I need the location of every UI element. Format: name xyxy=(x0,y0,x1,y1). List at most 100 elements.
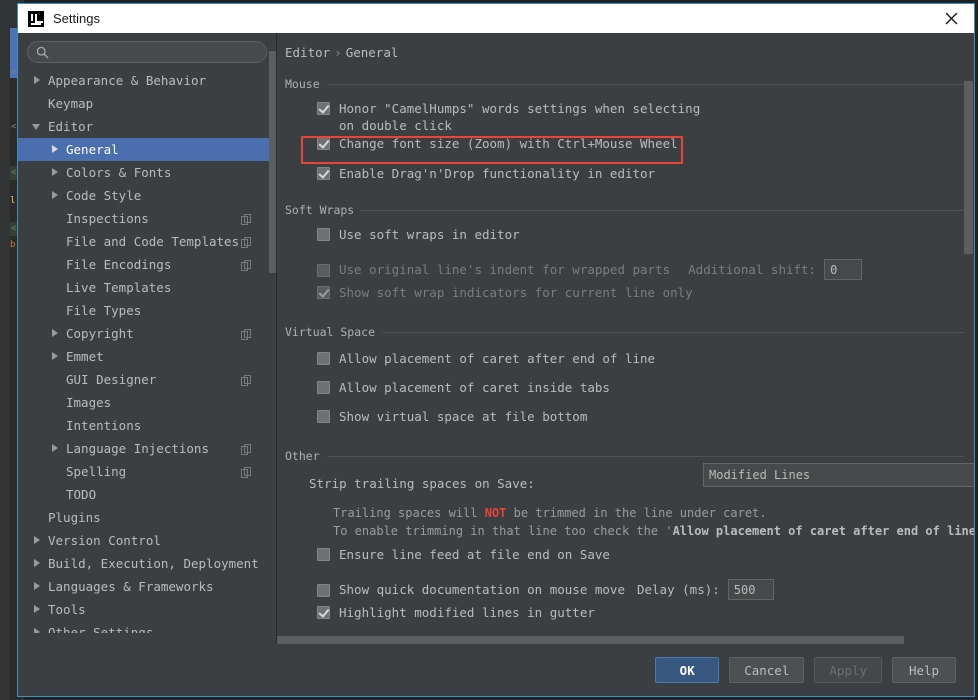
chevron-right-icon[interactable] xyxy=(32,75,43,86)
help-button[interactable]: Help xyxy=(892,657,956,683)
settings-tree[interactable]: Appearance & BehaviorKeymap Editor General… xyxy=(18,69,276,633)
section-soft-wraps: Soft Wraps Use soft wraps in editor Use … xyxy=(277,203,974,310)
sidebar-item-gui-designer[interactable]: GUI Designer xyxy=(18,368,276,391)
copy-settings-icon xyxy=(241,466,252,477)
checkbox-show-soft-wrap-indicators[interactable] xyxy=(317,286,330,299)
delay-input[interactable] xyxy=(728,579,774,600)
intellij-idea-logo-icon xyxy=(28,11,44,27)
sidebar-item-plugins[interactable]: Plugins xyxy=(18,506,276,529)
checkbox-label: Use original line's indent for wrapped p… xyxy=(339,261,670,278)
sidebar-scrollbar-thumb[interactable] xyxy=(269,51,276,273)
sidebar-item-todo[interactable]: TODO xyxy=(18,483,276,506)
checkbox-highlight-modified-lines[interactable] xyxy=(317,606,330,619)
checkbox-enable-dragndrop[interactable] xyxy=(317,167,330,180)
breadcrumb: Editor›General xyxy=(277,33,974,60)
search-input[interactable] xyxy=(54,46,258,59)
checkbox-use-original-indent[interactable] xyxy=(317,264,330,277)
chevron-down-icon[interactable] xyxy=(32,121,43,132)
checkbox-honor-camelhumps[interactable] xyxy=(317,102,330,115)
checkbox-row[interactable]: Use soft wraps in editor xyxy=(317,226,964,255)
checkbox-row[interactable]: Allow placement of caret inside tabs xyxy=(317,379,964,408)
checkbox-label: Ensure line feed at file end on Save xyxy=(339,546,610,563)
sidebar-item-appearance-behavior[interactable]: Appearance & Behavior xyxy=(18,69,276,92)
chevron-right-icon[interactable] xyxy=(50,351,61,362)
section-header: Other xyxy=(285,449,964,463)
copy-settings-icon xyxy=(241,328,252,339)
sidebar-item-label: Editor xyxy=(48,119,93,134)
sidebar-item-label: Inspections xyxy=(66,211,149,226)
content-scrollbar-thumb[interactable] xyxy=(964,81,973,254)
sidebar-item-tools[interactable]: Tools xyxy=(18,598,276,621)
sidebar-item-images[interactable]: Images xyxy=(18,391,276,414)
sidebar-item-file-types[interactable]: File Types xyxy=(18,299,276,322)
sidebar-item-language-injections[interactable]: Language Injections xyxy=(18,437,276,460)
breadcrumb-root[interactable]: Editor xyxy=(285,45,330,60)
checkbox-row[interactable]: Show virtual space at file bottom xyxy=(317,408,964,434)
cancel-button[interactable]: Cancel xyxy=(729,657,804,683)
sidebar-item-inspections[interactable]: Inspections xyxy=(18,207,276,230)
checkbox-ensure-line-feed[interactable] xyxy=(317,548,330,561)
checkbox-row[interactable]: Ensure line feed at file end on Save xyxy=(317,546,964,575)
checkbox-caret-after-end-of-line[interactable] xyxy=(317,352,330,365)
checkbox-row[interactable]: Show quick documentation on mouse move D… xyxy=(317,575,964,604)
checkbox-virtual-space-file-bottom[interactable] xyxy=(317,410,330,423)
checkbox-row[interactable]: Use original line's indent for wrapped p… xyxy=(317,255,964,284)
sidebar-item-intentions[interactable]: Intentions xyxy=(18,414,276,437)
sidebar-item-label: Tools xyxy=(48,602,86,617)
checkbox-row[interactable]: Change font size (Zoom) with Ctrl+Mouse … xyxy=(317,135,964,165)
sidebar-item-code-style[interactable]: Code Style xyxy=(18,184,276,207)
checkbox-row[interactable]: Enable Drag'n'Drop functionality in edit… xyxy=(317,165,964,191)
sidebar-item-build-execution-deployment[interactable]: Build, Execution, Deployment xyxy=(18,552,276,575)
chevron-right-icon[interactable] xyxy=(50,443,61,454)
checkbox-row[interactable]: Honor "CamelHumps" words settings when s… xyxy=(317,100,964,135)
checkbox-row[interactable]: Allow placement of caret after end of li… xyxy=(317,350,964,379)
sidebar-item-version-control[interactable]: Version Control xyxy=(18,529,276,552)
sidebar-item-emmet[interactable]: Emmet xyxy=(18,345,276,368)
checkbox-label: Show quick documentation on mouse move xyxy=(339,581,625,598)
checkbox-row[interactable]: Highlight modified lines in gutter xyxy=(317,604,964,630)
sidebar-item-colors-fonts[interactable]: Colors & Fonts xyxy=(18,161,276,184)
sidebar-item-general[interactable]: General xyxy=(18,138,276,161)
section-header: Mouse xyxy=(285,77,964,91)
additional-shift-input[interactable] xyxy=(824,259,862,280)
checkbox-use-soft-wraps[interactable] xyxy=(317,228,330,241)
chevron-right-icon[interactable] xyxy=(50,144,61,155)
chevron-right-icon[interactable] xyxy=(32,535,43,546)
dialog-title: Settings xyxy=(53,11,100,26)
sidebar-item-editor[interactable]: Editor xyxy=(18,115,276,138)
dialog-titlebar: Settings xyxy=(18,4,974,33)
search-icon xyxy=(36,46,49,59)
sidebar-item-file-encodings[interactable]: File Encodings xyxy=(18,253,276,276)
checkbox-row[interactable]: Show soft wrap indicators for current li… xyxy=(317,284,964,310)
close-icon[interactable] xyxy=(928,4,974,33)
sidebar-item-spelling[interactable]: Spelling xyxy=(18,460,276,483)
sidebar-item-other-settings[interactable]: Other Settings xyxy=(18,621,276,633)
sidebar-item-label: Build, Execution, Deployment xyxy=(48,556,259,571)
chevron-right-icon[interactable] xyxy=(50,328,61,339)
chevron-right-icon[interactable] xyxy=(32,581,43,592)
tree-spacer xyxy=(32,512,43,523)
chevron-right-icon[interactable] xyxy=(32,604,43,615)
section-header: Virtual Space xyxy=(285,325,964,339)
checkbox-show-quick-documentation[interactable] xyxy=(317,584,330,597)
ok-button[interactable]: OK xyxy=(655,657,719,683)
search-box[interactable] xyxy=(27,41,267,63)
checkbox-change-font-size[interactable] xyxy=(317,137,330,150)
section-title: Mouse xyxy=(285,77,320,91)
content-hscrollbar-thumb[interactable] xyxy=(277,636,904,644)
sidebar-item-file-and-code-templates[interactable]: File and Code Templates xyxy=(18,230,276,253)
checkbox-caret-inside-tabs[interactable] xyxy=(317,381,330,394)
section-other: Other Strip trailing spaces on Save: Tra… xyxy=(277,449,974,630)
sidebar-item-languages-frameworks[interactable]: Languages & Frameworks xyxy=(18,575,276,598)
apply-button[interactable]: Apply xyxy=(814,657,882,683)
sidebar-item-copyright[interactable]: Copyright xyxy=(18,322,276,345)
sidebar-item-live-templates[interactable]: Live Templates xyxy=(18,276,276,299)
chevron-right-icon[interactable] xyxy=(32,627,43,633)
chevron-right-icon[interactable] xyxy=(50,167,61,178)
chevron-right-icon[interactable] xyxy=(32,558,43,569)
strip-trailing-select[interactable] xyxy=(703,463,974,487)
chevron-right-icon[interactable] xyxy=(50,190,61,201)
search-container xyxy=(18,33,276,69)
checkbox-label: Show soft wrap indicators for current li… xyxy=(339,284,693,301)
sidebar-item-keymap[interactable]: Keymap xyxy=(18,92,276,115)
